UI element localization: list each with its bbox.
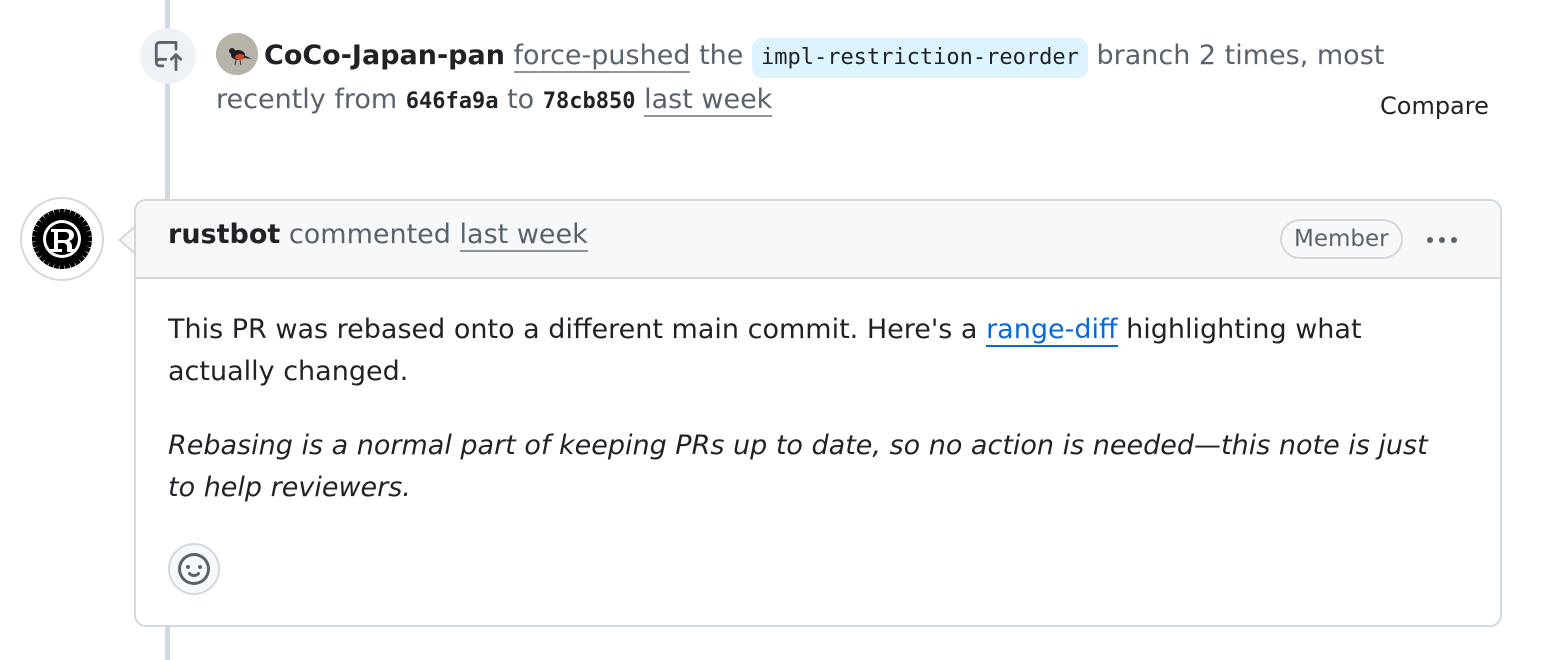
- actor-avatar[interactable]: [216, 32, 258, 75]
- comment-note: Rebasing is a normal part of keeping PRs…: [168, 430, 1428, 503]
- dot: [1439, 237, 1445, 243]
- member-badge: Member: [1280, 219, 1403, 259]
- rust-logo-icon: [32, 209, 92, 269]
- comment-card: rustbot commented last week Member This …: [134, 199, 1502, 627]
- comment-body: This PR was rebased onto a different mai…: [168, 309, 1458, 541]
- rustbot-avatar[interactable]: [20, 197, 104, 281]
- comment-header: rustbot commented last week Member: [136, 201, 1500, 279]
- branch-name[interactable]: impl-restriction-reorder: [751, 38, 1088, 78]
- from-commit-sha[interactable]: 646fa9a: [406, 89, 499, 114]
- text-the: the: [699, 40, 744, 71]
- comment-pointer-fill: [121, 228, 135, 252]
- push-actor-link[interactable]: CoCo-Japan-pan: [264, 40, 505, 71]
- to-commit-sha[interactable]: 78cb850: [543, 89, 636, 114]
- push-timestamp-link[interactable]: last week: [644, 84, 773, 117]
- repo-push-icon: [140, 28, 196, 84]
- text-to: to: [507, 84, 535, 115]
- range-diff-link[interactable]: range-diff: [986, 314, 1118, 347]
- body-text: This PR was rebased onto a different mai…: [168, 314, 978, 345]
- smiley-icon[interactable]: [168, 543, 220, 595]
- force-push-event: CoCo-Japan-pan force-pushed the impl-res…: [216, 32, 1496, 124]
- comment-author-link[interactable]: rustbot: [168, 219, 280, 250]
- comment-timestamp-link[interactable]: last week: [459, 219, 588, 252]
- compare-button[interactable]: Compare: [1380, 92, 1489, 120]
- kebab-menu-icon[interactable]: [1420, 223, 1464, 257]
- comment-action: commented: [288, 219, 451, 250]
- force-pushed-link[interactable]: force-pushed: [513, 40, 691, 73]
- dot: [1451, 237, 1457, 243]
- dot: [1427, 237, 1433, 243]
- comment-paragraph: This PR was rebased onto a different mai…: [168, 309, 1458, 393]
